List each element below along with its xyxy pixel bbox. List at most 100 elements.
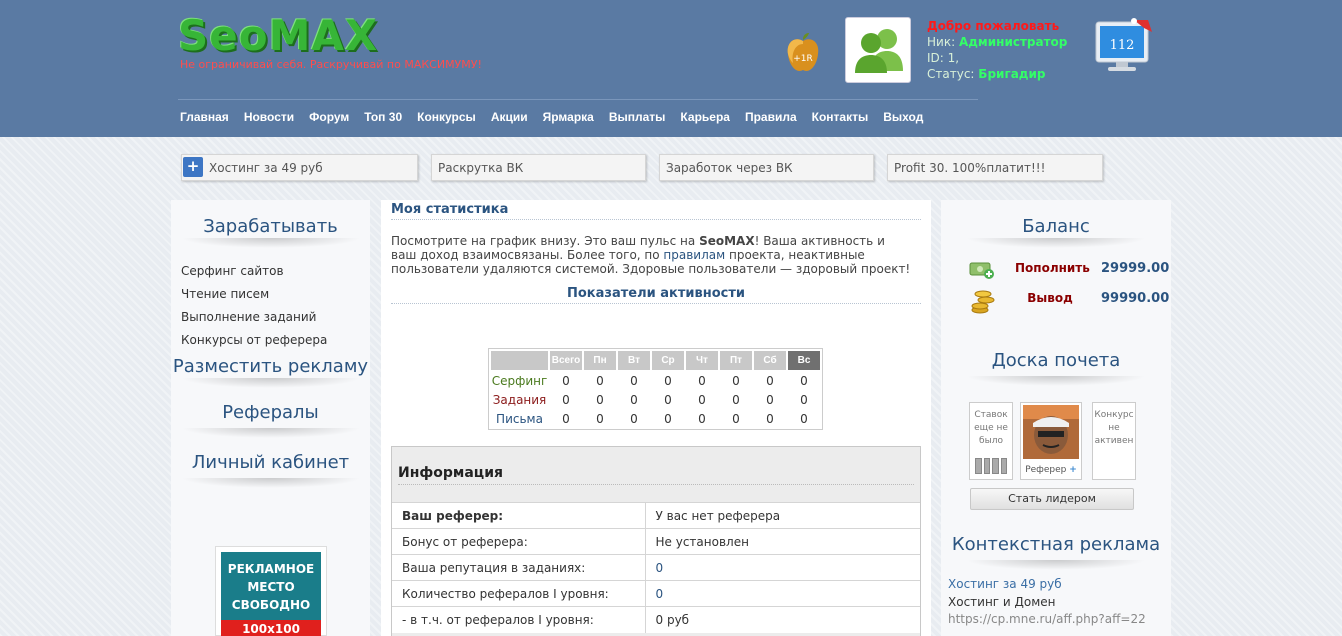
table-cell: 0 xyxy=(800,373,808,388)
table-row: - в т.ч. от рефералов I уровня: 0 руб xyxy=(392,606,920,633)
activity-table: Всего Пн Вт Ср Чт Пт Сб Вс Серфинг 0 0 0… xyxy=(488,348,823,430)
nav-item-home[interactable]: Главная xyxy=(180,110,229,124)
table-cell: 0 xyxy=(732,373,740,388)
ad-banner-text: РЕКЛАМНОЕ МЕСТО СВОБОДНО xyxy=(227,562,315,612)
table-cell: 0 xyxy=(630,411,638,426)
plus-icon[interactable]: + xyxy=(1069,465,1077,475)
earn-heading[interactable]: Зарабатывать xyxy=(171,200,370,238)
context-ad-link[interactable]: Хостинг за 49 руб xyxy=(948,577,1062,591)
page-title: Моя статистика xyxy=(391,202,509,217)
id-value: 1, xyxy=(947,51,960,65)
referrals-count-link[interactable]: 0 xyxy=(656,587,664,601)
cabinet-heading[interactable]: Личный кабинет xyxy=(171,438,370,478)
honor-card-referrer[interactable]: Реферер + xyxy=(1020,402,1082,480)
referrer-avatar xyxy=(1023,405,1079,459)
withdraw-value: 99990.00 xyxy=(1101,291,1170,306)
info-panel: Информация Ваш реферер: У вас нет рефере… xyxy=(391,446,921,636)
honor-card-bets[interactable]: Ставок еще не было xyxy=(969,402,1013,480)
nav-item-news[interactable]: Новости xyxy=(244,110,294,124)
apple-icon[interactable]: +1R xyxy=(784,32,822,76)
context-ad-description: Хостинг и Домен xyxy=(948,595,1056,609)
info-value: У вас нет реферера xyxy=(645,502,920,529)
plus-icon[interactable]: + xyxy=(183,157,203,177)
row-label-letters: Письма xyxy=(496,411,543,426)
table-cell: 0 xyxy=(766,392,774,407)
info-label: Количество рефералов I уровня: xyxy=(392,580,646,607)
info-label: Ваша репутация в заданиях: xyxy=(392,554,646,581)
rules-link[interactable]: правилам xyxy=(663,248,725,262)
withdraw-row[interactable]: Вывод 99990.00 xyxy=(941,286,1171,314)
main-nav: Главная Новости Форум Топ 30 Конкурсы Ак… xyxy=(180,110,938,124)
ticker-item-3[interactable]: Заработок через ВК xyxy=(659,154,874,181)
ticker-item-4[interactable]: Profit 30. 100%платит!!! xyxy=(887,154,1103,181)
deposit-label[interactable]: Пополнить xyxy=(1015,261,1090,275)
nav-item-logout[interactable]: Выход xyxy=(883,110,923,124)
ad-banner-size: 100x100 xyxy=(221,620,321,636)
context-ad-url[interactable]: https://cp.mne.ru/aff.php?aff=22 xyxy=(948,612,1146,626)
table-row: Количество рефералов I уровня: 0 xyxy=(392,580,920,607)
col-header: Сб xyxy=(754,351,786,370)
ads-heading[interactable]: Разместить рекламу xyxy=(171,352,370,378)
referrer-label: Реферер xyxy=(1025,465,1067,475)
nav-item-contacts[interactable]: Контакты xyxy=(812,110,869,124)
withdraw-label[interactable]: Вывод xyxy=(1015,291,1085,305)
table-cell: 0 xyxy=(698,392,706,407)
col-header: Пт xyxy=(720,351,752,370)
table-cell: 0 xyxy=(664,392,672,407)
heading-shadow xyxy=(966,376,1146,386)
row-label-tasks: Задания xyxy=(492,392,547,407)
site-logo[interactable]: SeoMAX xyxy=(178,12,378,60)
activity-title: Показатели активности xyxy=(567,286,745,301)
honor-card-contest[interactable]: Конкурс не активен xyxy=(1092,402,1136,480)
table-cell: 0 xyxy=(766,411,774,426)
nav-item-contests[interactable]: Конкурсы xyxy=(417,110,476,124)
info-table: Ваш реферер: У вас нет реферера Бонус от… xyxy=(392,502,920,633)
nav-item-fair[interactable]: Ярмарка xyxy=(543,110,594,124)
col-header: Пн xyxy=(584,351,616,370)
referrals-heading[interactable]: Рефералы xyxy=(171,388,370,428)
nav-item-promotions[interactable]: Акции xyxy=(491,110,528,124)
sidebar-item-surfing[interactable]: Серфинг сайтов xyxy=(171,260,370,283)
balance-heading: Баланс xyxy=(1022,216,1090,237)
table-cell: 0 xyxy=(766,373,774,388)
main-content: Моя статистика Посмотрите на график вниз… xyxy=(381,200,931,636)
context-ads-heading: Контекстная реклама xyxy=(951,534,1161,555)
table-cell: 0 xyxy=(732,411,740,426)
sidebar-item-referrer-contests[interactable]: Конкурсы от реферера xyxy=(171,329,370,352)
table-cell: 0 xyxy=(630,373,638,388)
deposit-row[interactable]: Пополнить 29999.00 xyxy=(941,256,1171,282)
table-row: Ваш реферер: У вас нет реферера xyxy=(392,502,920,529)
ticker-item-1[interactable]: Хостинг за 49 руб xyxy=(181,154,418,181)
sidebar-item-mail[interactable]: Чтение писем xyxy=(171,283,370,306)
table-row: Бонус от реферера: Не установлен xyxy=(392,528,920,555)
left-sidebar: Зарабатывать Серфинг сайтов Чтение писем… xyxy=(171,200,370,636)
nav-item-top30[interactable]: Топ 30 xyxy=(364,110,402,124)
col-header: Вт xyxy=(618,351,650,370)
col-header: Чт xyxy=(686,351,718,370)
sidebar-item-tasks[interactable]: Выполнение заданий xyxy=(171,306,370,329)
nav-item-career[interactable]: Карьера xyxy=(680,110,730,124)
avatar[interactable] xyxy=(845,17,911,83)
heading-shadow xyxy=(966,238,1146,248)
info-title: Информация xyxy=(398,465,503,481)
honor-heading: Доска почета xyxy=(991,350,1121,371)
ticker-item-2[interactable]: Раскрутка ВК xyxy=(431,154,646,181)
col-header: Вс xyxy=(788,351,820,370)
honor-bets-text: Ставок еще не было xyxy=(974,410,1008,446)
intro-brand: SeoMAX xyxy=(699,234,755,248)
nick-label: Ник: xyxy=(927,35,956,49)
reputation-link[interactable]: 0 xyxy=(656,561,664,575)
site-header: SeoMAX Не ограничивай себя. Раскручивай … xyxy=(0,0,1342,137)
info-value: 0 руб xyxy=(645,606,920,633)
table-cell: 0 xyxy=(664,373,672,388)
nav-item-forum[interactable]: Форум xyxy=(309,110,349,124)
ad-banner[interactable]: РЕКЛАМНОЕ МЕСТО СВОБОДНО 100x100 xyxy=(215,546,327,636)
heading-shadow xyxy=(180,428,361,438)
become-leader-button[interactable]: Стать лидером xyxy=(970,488,1134,510)
table-cell: 0 xyxy=(562,392,570,407)
nick-value: Администратор xyxy=(958,35,1068,49)
nav-item-rules[interactable]: Правила xyxy=(745,110,797,124)
table-cell: 0 xyxy=(562,411,570,426)
users-icon xyxy=(855,29,903,73)
nav-item-payouts[interactable]: Выплаты xyxy=(609,110,666,124)
